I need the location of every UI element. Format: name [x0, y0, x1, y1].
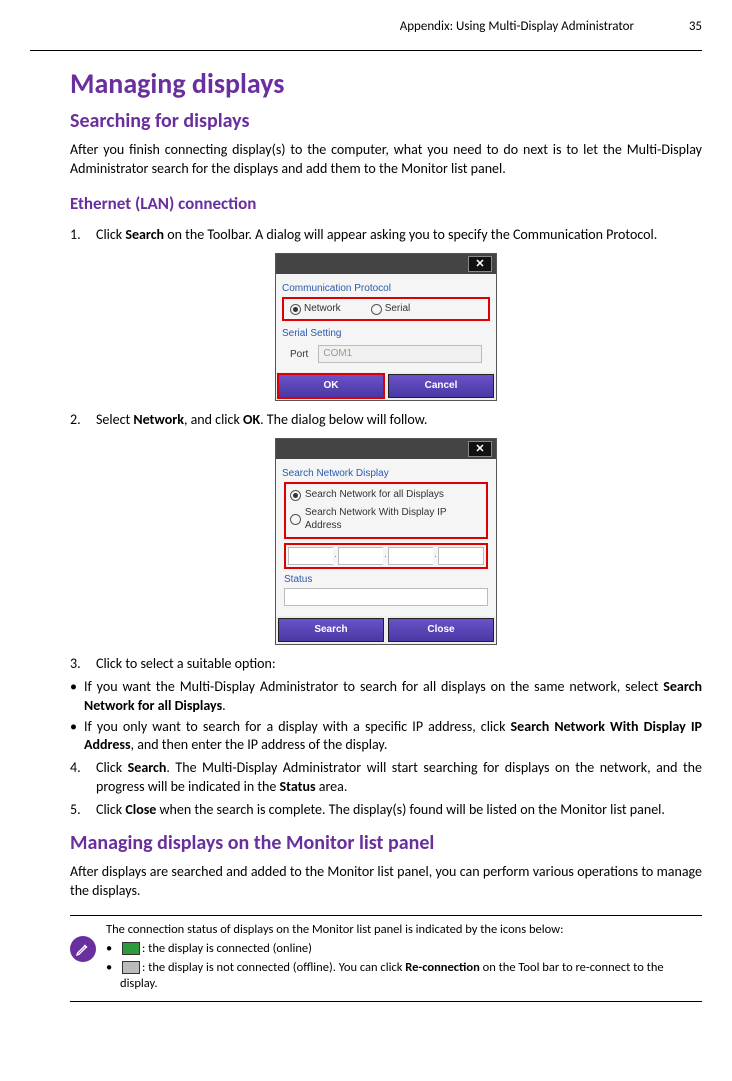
step-text: Click to select a suitable option:: [96, 655, 702, 674]
status-bar: [284, 588, 488, 606]
step-3: 3. Click to select a suitable option:: [70, 655, 702, 674]
page-number: 35: [674, 18, 702, 36]
protocol-radio-row: Network Serial: [282, 297, 490, 321]
heading-managing-on-monitor-list: Managing displays on the Monitor list pa…: [70, 830, 702, 857]
step-4: 4. Click Search. The Multi-Display Admin…: [70, 759, 702, 797]
step-number: 3.: [70, 655, 96, 674]
ip-octet-3[interactable]: [388, 547, 433, 565]
note-block: The connection status of displays on the…: [70, 915, 702, 1003]
note-offline: : the display is not connected (offline)…: [106, 960, 702, 994]
step-number: 5.: [70, 801, 96, 820]
radio-search-ip[interactable]: Search Network With Display IP Address: [290, 504, 482, 535]
radio-network[interactable]: Network: [290, 302, 341, 316]
pencil-icon: [70, 936, 96, 962]
bullet-search-all: If you want the Multi-Display Administra…: [70, 678, 702, 716]
radio-serial[interactable]: Serial: [371, 302, 411, 316]
group-serial-setting: Serial Setting: [282, 327, 490, 341]
radio-search-all[interactable]: Search Network for all Displays: [290, 486, 482, 504]
para-monitor-list: After displays are searched and added to…: [70, 863, 702, 901]
search-button[interactable]: Search: [278, 618, 384, 642]
dialog-communication-protocol: ✕ Communication Protocol Network Serial …: [275, 253, 497, 401]
note-intro: The connection status of displays on the…: [106, 922, 702, 939]
dialog-titlebar: ✕: [276, 254, 496, 274]
note-online: : the display is connected (online): [106, 941, 702, 958]
step-text: Select Network, and click OK. The dialog…: [96, 411, 702, 430]
ip-octet-4[interactable]: [438, 547, 484, 565]
search-options-box: Search Network for all Displays Search N…: [284, 482, 488, 539]
heading-searching-for-displays: Searching for displays: [70, 108, 702, 135]
ip-octet-2[interactable]: [338, 547, 383, 565]
dialog-search-network-display: ✕ Search Network Display Search Network …: [275, 438, 497, 645]
header-section: Appendix: Using Multi-Display Administra…: [400, 18, 634, 36]
intro-paragraph: After you finish connecting display(s) t…: [70, 141, 702, 179]
group-search-network-display: Search Network Display: [282, 467, 490, 481]
status-online-icon: [122, 942, 140, 955]
header-rule: [30, 50, 702, 51]
heading-managing-displays: Managing displays: [70, 65, 702, 103]
step-2: 2. Select Network, and click OK. The dia…: [70, 411, 702, 430]
port-field[interactable]: COM1: [318, 345, 482, 363]
step-text: Click Search. The Multi-Display Administ…: [96, 759, 702, 797]
port-row: Port COM1: [282, 342, 490, 366]
step-number: 1.: [70, 226, 96, 245]
ok-button[interactable]: OK: [278, 374, 384, 398]
step-number: 4.: [70, 759, 96, 797]
ip-address-row: . . .: [284, 543, 488, 569]
dialog-titlebar: ✕: [276, 439, 496, 459]
group-communication-protocol: Communication Protocol: [282, 282, 490, 296]
close-button[interactable]: Close: [388, 618, 494, 642]
step-number: 2.: [70, 411, 96, 430]
bullet-search-ip: If you only want to search for a display…: [70, 718, 702, 756]
status-label: Status: [284, 573, 488, 587]
close-icon[interactable]: ✕: [468, 441, 492, 457]
close-icon[interactable]: ✕: [468, 256, 492, 272]
status-offline-icon: [122, 961, 140, 974]
ip-octet-1[interactable]: [288, 547, 333, 565]
step-1: 1. Click Search on the Toolbar. A dialog…: [70, 226, 702, 245]
heading-ethernet-connection: Ethernet (LAN) connection: [70, 193, 702, 216]
cancel-button[interactable]: Cancel: [388, 374, 494, 398]
step-text: Click Close when the search is complete.…: [96, 801, 702, 820]
step-text: Click Search on the Toolbar. A dialog wi…: [96, 226, 702, 245]
port-label: Port: [290, 348, 308, 362]
status-area: Status: [284, 573, 488, 607]
step-5: 5. Click Close when the search is comple…: [70, 801, 702, 820]
